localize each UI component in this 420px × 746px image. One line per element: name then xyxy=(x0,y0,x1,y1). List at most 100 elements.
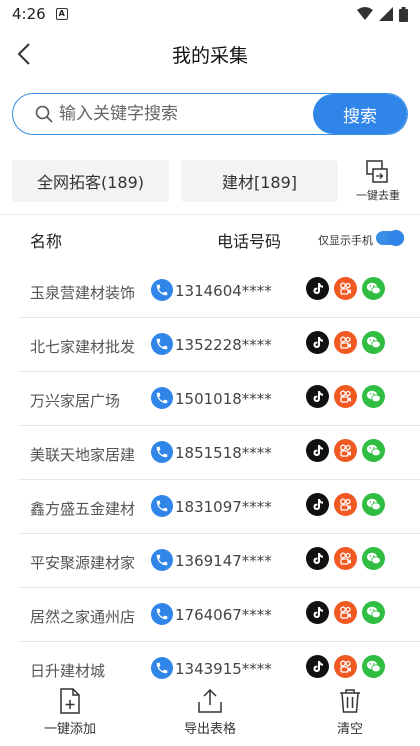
kuaishou-icon[interactable] xyxy=(334,277,357,300)
back-button[interactable] xyxy=(10,40,38,68)
company-name: 万兴家居广场 xyxy=(30,392,121,410)
phone-number: 1831097**** xyxy=(175,498,272,516)
phone-number: 1343915**** xyxy=(175,660,272,678)
company-name: 平安聚源建材家 xyxy=(30,554,136,572)
phone-number: 1369147**** xyxy=(175,552,272,570)
signal-icon xyxy=(379,7,393,21)
export-label: 导出表格 xyxy=(183,722,236,737)
phone-icon[interactable] xyxy=(151,495,173,517)
only-phone-toggle[interactable] xyxy=(376,230,404,246)
tiktok-icon[interactable] xyxy=(306,277,329,300)
notification-icon: A xyxy=(55,8,68,20)
tiktok-icon[interactable] xyxy=(306,493,329,516)
tab-building-materials[interactable]: 建材[189] xyxy=(181,160,338,202)
bottom-toolbar: 一键添加 导出表格 清空 xyxy=(0,684,420,746)
wechat-icon[interactable] xyxy=(362,655,385,678)
phone-number: 1314604**** xyxy=(175,282,272,300)
list-item[interactable]: 居然之家通州店 1764067**** xyxy=(18,588,420,642)
dedupe-icon xyxy=(366,159,388,183)
kuaishou-icon[interactable] xyxy=(334,547,357,570)
search-icon xyxy=(35,105,53,123)
list-item[interactable]: 万兴家居广场 1501018**** xyxy=(18,372,420,426)
tiktok-icon[interactable] xyxy=(306,547,329,570)
wifi-icon xyxy=(357,7,373,20)
platform-icons xyxy=(306,277,385,300)
platform-icons xyxy=(306,493,385,516)
platform-icons xyxy=(306,601,385,624)
company-name: 玉泉营建材装饰 xyxy=(30,284,136,302)
phone-icon[interactable] xyxy=(151,657,173,679)
tiktok-icon[interactable] xyxy=(306,331,329,354)
tiktok-icon[interactable] xyxy=(306,601,329,624)
phone-icon[interactable] xyxy=(151,441,173,463)
add-all-label: 一键添加 xyxy=(43,722,96,737)
status-time: 4:26 xyxy=(12,5,46,23)
list-item[interactable]: 平安聚源建材家 1369147**** xyxy=(18,534,420,588)
export-icon xyxy=(198,688,222,713)
company-name: 美联天地家居建 xyxy=(30,446,136,464)
tiktok-icon[interactable] xyxy=(306,439,329,462)
divider xyxy=(0,214,420,215)
category-tabs: 全网拓客(189) 建材[189] 一键去重 xyxy=(12,159,408,203)
list-header: 名称 电话号码 仅显示手机 xyxy=(0,222,420,258)
phone-number: 1764067**** xyxy=(175,606,272,624)
tiktok-icon[interactable] xyxy=(306,385,329,408)
wechat-icon[interactable] xyxy=(362,439,385,462)
search-input[interactable] xyxy=(53,94,313,134)
list-item[interactable]: 北七家建材批发 1352228**** xyxy=(18,318,420,372)
dedupe-label: 一键去重 xyxy=(356,188,400,202)
wechat-icon[interactable] xyxy=(362,601,385,624)
export-button[interactable]: 导出表格 xyxy=(140,684,280,746)
clear-button[interactable]: 清空 xyxy=(280,684,420,746)
phone-icon[interactable] xyxy=(151,333,173,355)
column-phone-header: 电话号码 xyxy=(217,232,282,251)
list-item[interactable]: 美联天地家居建 1851518**** xyxy=(18,426,420,480)
platform-icons xyxy=(306,547,385,570)
phone-number: 1501018**** xyxy=(175,390,272,408)
column-name-header: 名称 xyxy=(30,232,63,251)
wechat-icon[interactable] xyxy=(362,277,385,300)
phone-icon[interactable] xyxy=(151,279,173,301)
company-name: 居然之家通州店 xyxy=(30,608,136,626)
wechat-icon[interactable] xyxy=(362,331,385,354)
clear-label: 清空 xyxy=(336,722,363,737)
battery-icon xyxy=(399,6,408,22)
list-item[interactable]: 鑫方盛五金建材 1831097**** xyxy=(18,480,420,534)
tiktok-icon[interactable] xyxy=(306,655,329,678)
kuaishou-icon[interactable] xyxy=(334,493,357,516)
wechat-icon[interactable] xyxy=(362,547,385,570)
kuaishou-icon[interactable] xyxy=(334,655,357,678)
company-name: 鑫方盛五金建材 xyxy=(30,500,136,518)
phone-icon[interactable] xyxy=(151,603,173,625)
list-item[interactable]: 玉泉营建材装饰 1314604**** xyxy=(18,264,420,318)
phone-number: 1851518**** xyxy=(175,444,272,462)
status-right-icons xyxy=(357,6,408,22)
toggle-knob xyxy=(388,230,404,246)
back-arrow-icon xyxy=(17,43,30,65)
contact-list: 玉泉营建材装饰 1314604**** 北七家建材批发 1352228**** 万兴家居… xyxy=(18,264,420,696)
platform-icons xyxy=(306,655,385,678)
status-bar: 4:26 A xyxy=(0,0,420,28)
tab-all-network[interactable]: 全网拓客(189) xyxy=(12,160,169,202)
dedupe-button[interactable]: 一键去重 xyxy=(348,159,408,203)
wechat-icon[interactable] xyxy=(362,385,385,408)
search-button[interactable]: 搜索 xyxy=(313,94,407,134)
platform-icons xyxy=(306,331,385,354)
kuaishou-icon[interactable] xyxy=(334,439,357,462)
kuaishou-icon[interactable] xyxy=(334,331,357,354)
kuaishou-icon[interactable] xyxy=(334,601,357,624)
wechat-icon[interactable] xyxy=(362,493,385,516)
platform-icons xyxy=(306,385,385,408)
platform-icons xyxy=(306,439,385,462)
phone-icon[interactable] xyxy=(151,387,173,409)
file-add-icon xyxy=(60,688,80,714)
phone-icon[interactable] xyxy=(151,549,173,571)
search-bar: 搜索 xyxy=(12,93,408,135)
kuaishou-icon[interactable] xyxy=(334,385,357,408)
add-all-button[interactable]: 一键添加 xyxy=(0,684,140,746)
page-title: 我的采集 xyxy=(171,44,248,67)
trash-icon xyxy=(340,689,360,713)
company-name: 日升建材城 xyxy=(30,662,106,680)
header: 我的采集 xyxy=(0,28,420,80)
only-phone-label: 仅显示手机 xyxy=(318,234,373,247)
